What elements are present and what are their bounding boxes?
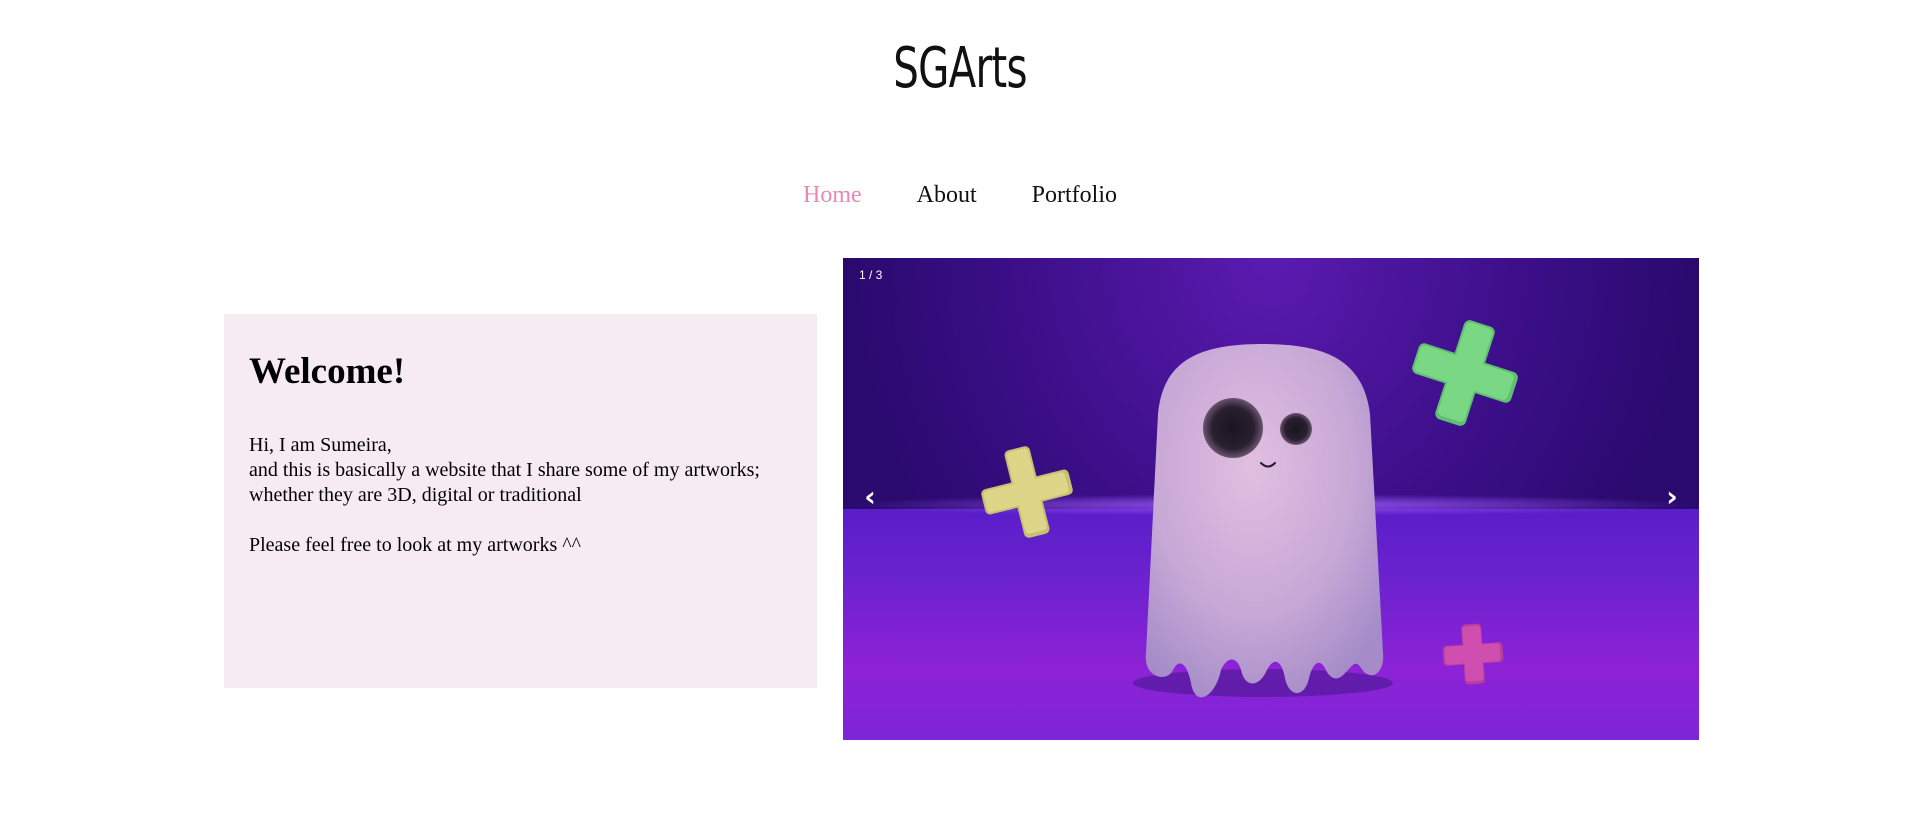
yellow-cross-shape (981, 446, 1073, 538)
welcome-panel: Welcome! Hi, I am Sumeira, and this is b… (224, 314, 817, 688)
ghost-left-eye (1203, 398, 1263, 458)
green-cross-shape (1412, 320, 1518, 426)
slide-image-ghost-artwork (981, 320, 1518, 698)
welcome-title: Welcome! (249, 351, 406, 392)
nav-about-link[interactable]: About (917, 182, 977, 209)
main-nav: Home About Portfolio (0, 182, 1920, 209)
site-logo[interactable]: SGArts (269, 36, 1651, 101)
ghost-right-eye (1280, 413, 1312, 445)
next-slide-button[interactable]: › (1657, 480, 1687, 513)
nav-portfolio-link[interactable]: Portfolio (1032, 182, 1117, 209)
pink-cross-shape (1442, 623, 1504, 685)
welcome-invite: Please feel free to look at my artworks … (249, 534, 581, 556)
nav-home-link[interactable]: Home (803, 182, 862, 209)
ghost-body (1145, 344, 1384, 698)
prev-slide-button[interactable]: ‹ (855, 480, 885, 513)
welcome-intro: Hi, I am Sumeira, and this is basically … (249, 433, 792, 508)
slide-counter: 1 / 3 (859, 268, 883, 282)
artwork-slideshow: 1 / 3 ‹ › (843, 258, 1699, 740)
welcome-line-2: and this is basically a website that I s… (249, 459, 760, 481)
welcome-line-3: whether they are 3D, digital or traditio… (249, 484, 582, 506)
welcome-line-1: Hi, I am Sumeira, (249, 434, 392, 456)
